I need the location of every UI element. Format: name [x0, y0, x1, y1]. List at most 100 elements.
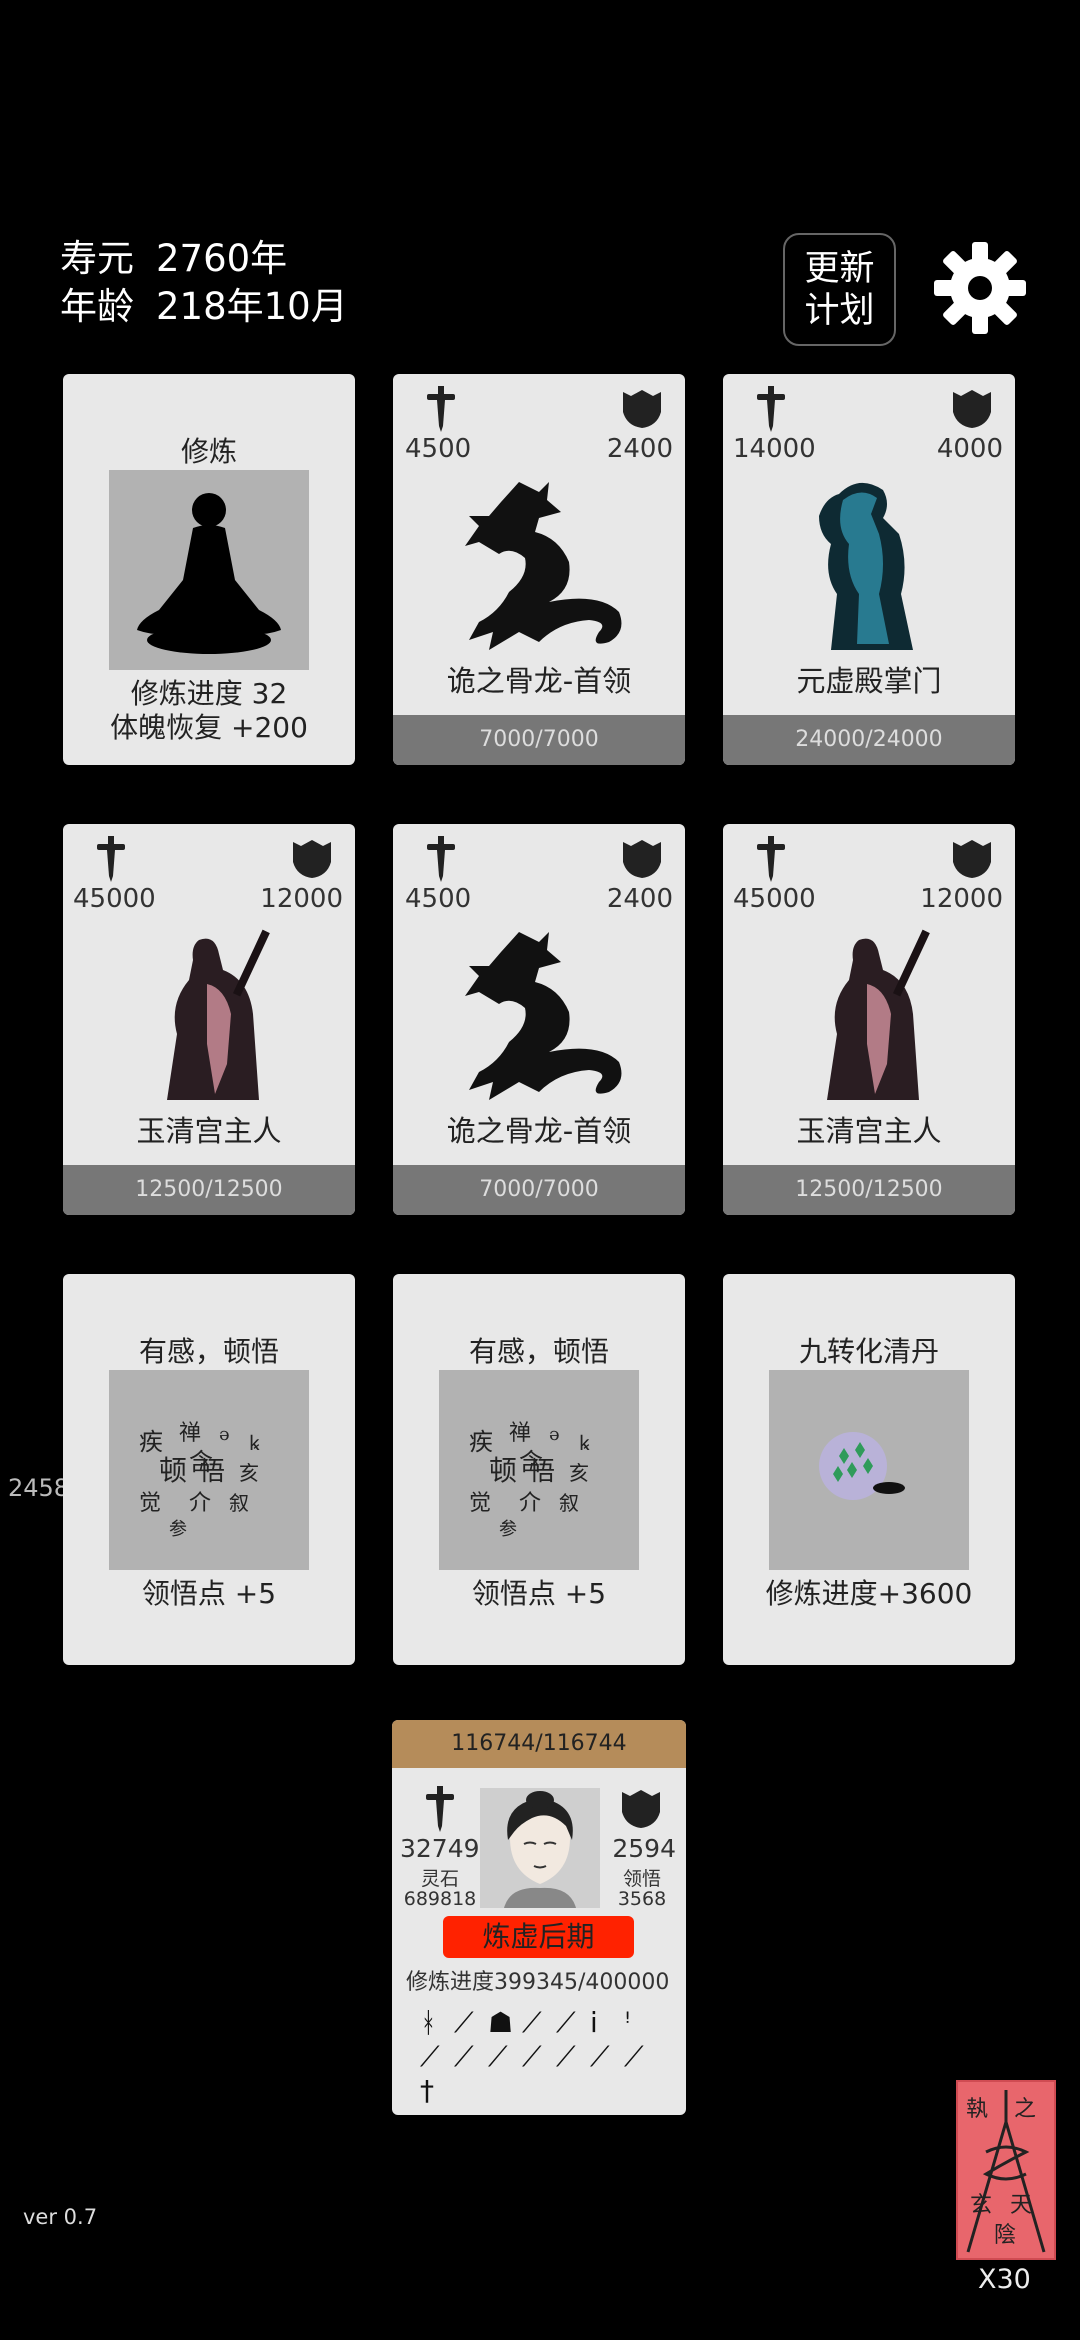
refresh-line-2: 计划: [804, 290, 875, 331]
svg-text:ə: ə: [219, 1424, 230, 1445]
pill-card[interactable]: 九转化清丹 修炼进度+3600: [723, 1274, 1015, 1665]
player-card[interactable]: 116744/116744 32749 2594 灵石 689818 领悟 35…: [392, 1720, 686, 2115]
attack-value: 4500: [405, 434, 472, 464]
svg-text:叙: 叙: [559, 1491, 579, 1515]
svg-text:含: 含: [519, 1448, 543, 1476]
defense-shield-icon: [622, 1790, 660, 1828]
enemy-hp-bar: 12500/12500: [723, 1165, 1015, 1215]
svg-text:含: 含: [189, 1448, 213, 1476]
enemy-hp-bar: 7000/7000: [393, 715, 685, 765]
weapon-sword-icon[interactable]: ⟋: [454, 2006, 474, 2040]
card-title: 九转化清丹: [798, 1335, 939, 1368]
refresh-plan-button[interactable]: 更新 计划: [783, 233, 896, 346]
defense-value: 12000: [260, 884, 343, 914]
weapon-sword-icon[interactable]: ⟋: [454, 2040, 474, 2074]
attack-sword-icon: [426, 1786, 454, 1832]
weapon-sword-icon[interactable]: ⟋: [522, 2006, 542, 2040]
enemy-name: 玉清宫主人: [136, 1114, 282, 1148]
insight-card[interactable]: 有感，顿悟 疾禅 əꝃ 顿悟 亥觉 介叙 含参 领悟点 +5: [63, 1274, 355, 1665]
insight-card[interactable]: 有感，顿悟 疾禅 əꝃ 顿悟 亥觉 介叙 含参 领悟点 +5: [393, 1274, 685, 1665]
weapon-sword-icon[interactable]: ⟋: [556, 2040, 576, 2074]
player-hp-bar: 116744/116744: [392, 1720, 686, 1768]
weapon-sword-icon[interactable]: ⟋: [590, 2040, 610, 2074]
svg-text:参: 参: [169, 1519, 187, 1540]
seal-stamp-icon[interactable]: 執 之 玄 天 陰: [956, 2080, 1056, 2260]
attack-value: 4500: [405, 884, 472, 914]
age-stat: 年龄 218年10月: [60, 284, 348, 330]
defense-shield-icon: [623, 840, 661, 878]
defense-value: 2400: [606, 884, 673, 914]
weapon-sword-icon[interactable]: ⟋: [522, 2040, 542, 2074]
bone-dragon-icon: [465, 482, 622, 650]
weapon-axe-icon[interactable]: ᚼ: [420, 2006, 437, 2039]
svg-text:ə: ə: [549, 1424, 560, 1445]
settings-gear-icon[interactable]: [930, 238, 1030, 338]
enemy-name: 诡之骨龙-首领: [446, 1114, 632, 1148]
attack-sword-icon: [757, 386, 785, 432]
pill-icon: [769, 1370, 969, 1570]
player-defense: 2594: [612, 1834, 676, 1863]
enemy-card[interactable]: 45000 12000 玉清宫主人 12500/12500: [63, 824, 355, 1215]
player-portrait-icon: [480, 1788, 600, 1908]
defense-value: 2400: [606, 434, 673, 464]
cultivate-card[interactable]: 修炼 修炼进度 32 体魄恢复 +200: [63, 374, 355, 765]
speed-multiplier[interactable]: X30: [978, 2264, 1031, 2295]
body-recovery: 体魄恢复 +200: [110, 711, 308, 744]
weapon-beetle-icon[interactable]: ☗: [488, 2006, 513, 2039]
player-cultivation-progress: 修炼进度399345/400000: [406, 1970, 670, 1995]
attack-value: 45000: [733, 884, 816, 914]
svg-text:ꝃ: ꝃ: [579, 1431, 590, 1455]
svg-text:天: 天: [1010, 2193, 1032, 2218]
svg-text:亥: 亥: [569, 1461, 589, 1485]
refresh-line-1: 更新: [804, 248, 875, 289]
svg-text:亥: 亥: [239, 1461, 259, 1485]
weapon-sword-icon[interactable]: ⟋: [624, 2040, 644, 2074]
meditating-figure-icon: [109, 470, 309, 670]
enemy-name: 元虚殿掌门: [796, 664, 942, 698]
weapon-sword-icon[interactable]: ⟋: [488, 2040, 508, 2074]
svg-text:顿: 顿: [489, 1454, 517, 1487]
enemy-card[interactable]: 14000 4000 元虚殿掌门 24000/24000: [723, 374, 1015, 765]
spirit-stone-label: 灵石: [420, 1868, 459, 1890]
defense-value: 12000: [920, 884, 1003, 914]
side-number: 2458: [8, 1474, 70, 1502]
weapon-sword-icon[interactable]: ⟋: [420, 2040, 440, 2074]
enemy-hp-bar: 24000/24000: [723, 715, 1015, 765]
weapon-dagger-icon[interactable]: ⅰ: [590, 2006, 598, 2039]
svg-text:之: 之: [1014, 2097, 1036, 2122]
card-title: 有感，顿悟: [138, 1335, 279, 1368]
svg-text:禅: 禅: [179, 1421, 201, 1446]
card-title: 修炼: [180, 435, 237, 468]
attack-value: 14000: [733, 434, 816, 464]
weapon-sword-icon[interactable]: ⟋: [556, 2006, 576, 2040]
svg-text:疾: 疾: [469, 1428, 493, 1456]
calligraphy-insight-icon: 疾禅 əꝃ 顿悟 亥觉 介叙 含参: [439, 1370, 639, 1570]
defense-shield-icon: [953, 390, 991, 428]
defense-shield-icon: [953, 840, 991, 878]
enemy-name: 玉清宫主人: [796, 1114, 942, 1148]
card-title: 有感，顿悟: [468, 1335, 609, 1368]
svg-text:介: 介: [189, 1491, 211, 1516]
weapon-dagger-icon[interactable]: ꜝ: [624, 2006, 631, 2039]
pill-effect: 修炼进度+3600: [765, 1577, 973, 1610]
palace-master-icon: [827, 929, 930, 1100]
weapon-dagger-icon[interactable]: †: [420, 2074, 434, 2107]
svg-text:禅: 禅: [509, 1421, 531, 1446]
version-label: ver 0.7: [23, 2205, 98, 2229]
enemy-card[interactable]: 4500 2400 诡之骨龙-首领 7000/7000: [393, 374, 685, 765]
enemy-card[interactable]: 45000 12000 玉清宫主人 12500/12500: [723, 824, 1015, 1215]
enemy-card[interactable]: 4500 2400 诡之骨龙-首领 7000/7000: [393, 824, 685, 1215]
realm-badge: 炼虚后期: [443, 1916, 634, 1958]
age-value: 218年10月: [156, 285, 348, 328]
svg-text:参: 参: [499, 1519, 517, 1540]
defense-shield-icon: [293, 840, 331, 878]
svg-text:顿: 顿: [159, 1454, 187, 1487]
attack-sword-icon: [97, 836, 125, 882]
defense-value: 4000: [936, 434, 1003, 464]
svg-text:觉: 觉: [469, 1491, 491, 1516]
calligraphy-insight-icon: 疾禅 əꝃ 顿悟 亥觉 介叙 含参: [109, 1370, 309, 1570]
insight-points: 领悟点 +5: [471, 1577, 607, 1610]
lifespan-label: 寿元: [60, 237, 134, 280]
svg-text:陰: 陰: [994, 2223, 1016, 2248]
player-attack: 32749: [400, 1834, 480, 1863]
